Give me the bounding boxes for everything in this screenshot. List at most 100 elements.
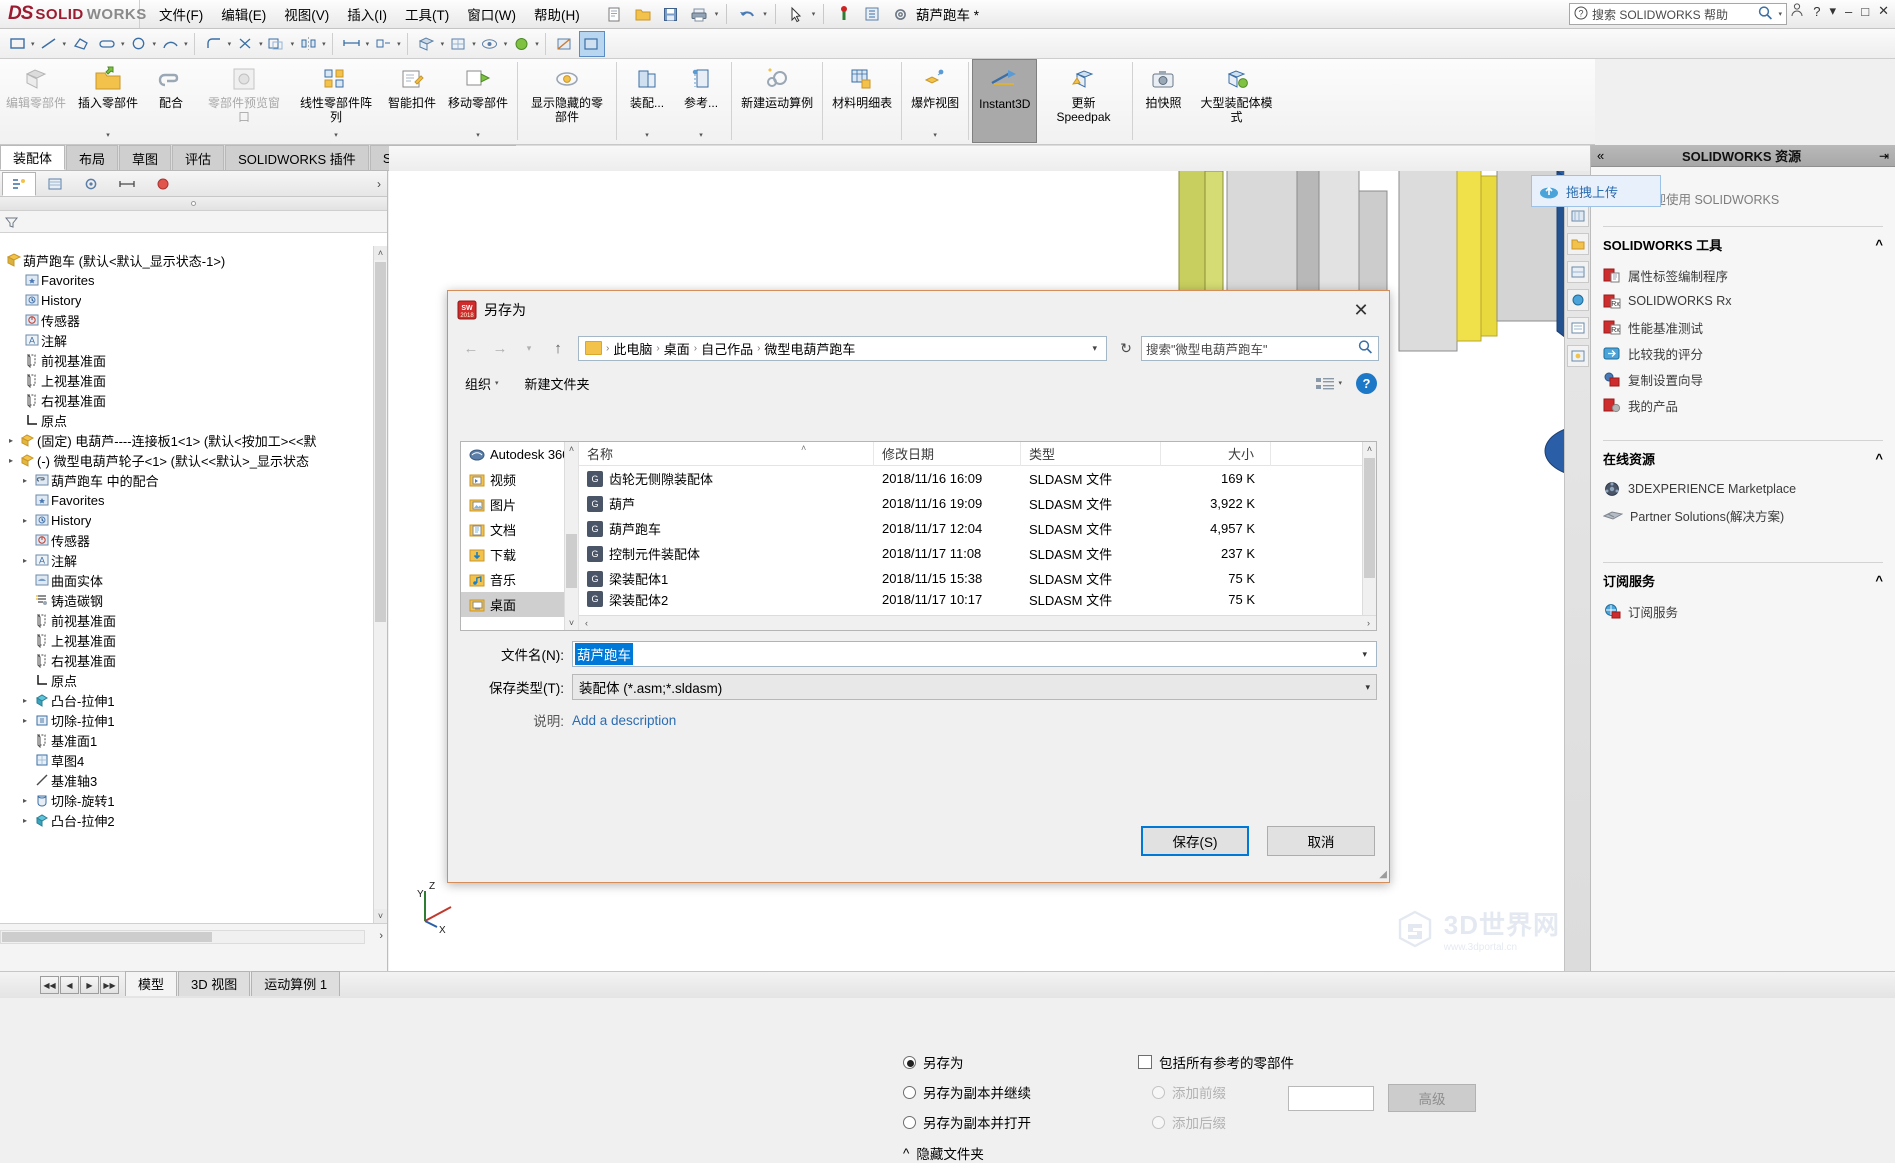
nav-pane-scrollbar[interactable]: ˄ ˅: [564, 442, 578, 630]
tree-node-right-plane[interactable]: 右视基准面: [0, 390, 373, 410]
section-header[interactable]: SOLIDWORKS 工具 ^: [1603, 235, 1883, 254]
offset-caret-icon[interactable]: ▾: [291, 40, 295, 48]
display-style-icon[interactable]: [414, 31, 440, 57]
dimension-tool-icon[interactable]: [339, 31, 365, 57]
help-icon[interactable]: ?: [1356, 372, 1377, 394]
cancel-button[interactable]: 取消: [1267, 826, 1375, 856]
view-orientation-icon[interactable]: [445, 31, 471, 57]
radio-button[interactable]: [903, 1085, 916, 1099]
view-palette-icon[interactable]: [1566, 261, 1589, 283]
fillet-tool-icon[interactable]: [201, 31, 227, 57]
tree-node-cut-extrude-1[interactable]: ▸ 切除-拉伸1: [0, 710, 373, 730]
select-caret-icon[interactable]: ▾: [812, 10, 816, 18]
chevron-right-icon[interactable]: ›: [377, 177, 381, 191]
tree-node-top-plane-2[interactable]: 上视基准面: [0, 630, 373, 650]
line-tool-icon[interactable]: [36, 31, 62, 57]
chevron-right-icon[interactable]: ▸: [4, 436, 18, 445]
table-row[interactable]: G 齿轮无侧隙装配体 2018/11/16 16:09 SLDASM 文件 16…: [579, 466, 1376, 491]
configuration-manager-tab[interactable]: [74, 172, 108, 196]
ribbon-linear-pattern[interactable]: 线性零部件阵列 ▾: [290, 59, 382, 143]
dimension-caret-icon[interactable]: ▾: [366, 40, 370, 48]
ribbon-snapshot[interactable]: 拍快照: [1136, 59, 1190, 143]
chevron-down-icon[interactable]: ▾: [1357, 682, 1370, 693]
polygon-tool-icon[interactable]: [67, 31, 93, 57]
chevron-down-icon[interactable]: ▾: [106, 132, 110, 143]
relations-tool-icon[interactable]: [370, 31, 396, 57]
radio-add-suffix[interactable]: 添加后缀: [1152, 1107, 1294, 1137]
scroll-up-arrow-icon[interactable]: ˄: [1363, 442, 1376, 456]
gear-caret-icon[interactable]: ▾: [916, 10, 920, 18]
user-icon[interactable]: [1790, 2, 1804, 20]
tree-node-front-plane-2[interactable]: 前视基准面: [0, 610, 373, 630]
relations-caret-icon[interactable]: ▾: [397, 40, 401, 48]
feature-tree-scrollbar[interactable]: ˄ ˅: [373, 246, 387, 923]
tree-node-annotations[interactable]: A 注解: [0, 330, 373, 350]
advanced-button[interactable]: 高级: [1388, 1084, 1476, 1112]
scroll-down-arrow-icon[interactable]: ˅: [374, 909, 387, 923]
next-tab-button[interactable]: ▶: [80, 976, 99, 994]
column-header-date[interactable]: 修改日期: [874, 442, 1021, 466]
chevron-right-icon[interactable]: ▸: [18, 476, 32, 485]
chevron-down-icon[interactable]: ▾: [1355, 649, 1374, 660]
item-subscription-services[interactable]: 订阅服务: [1603, 598, 1883, 624]
add-description-link[interactable]: Add a description: [572, 713, 676, 728]
view-orientation-caret-icon[interactable]: ▾: [472, 40, 476, 48]
menu-window[interactable]: 窗口(W): [458, 0, 525, 28]
tree-node-boss-extrude-1[interactable]: ▸ 凸台-拉伸1: [0, 690, 373, 710]
arc-tool-icon[interactable]: [157, 31, 183, 57]
ribbon-insert-component[interactable]: 插入零部件 ▾: [72, 59, 144, 143]
minimize-button[interactable]: –: [1845, 4, 1852, 19]
tab-3d-views[interactable]: 3D 视图: [178, 971, 251, 996]
ribbon-mate[interactable]: 配合: [144, 59, 198, 143]
chevron-down-icon[interactable]: ▾: [495, 379, 499, 387]
ribbon-edit-component[interactable]: 编辑零部件: [0, 59, 72, 143]
trim-tool-icon[interactable]: [232, 31, 258, 57]
chevron-right-icon[interactable]: ▸: [18, 556, 32, 565]
resize-grip-icon[interactable]: ◢: [1379, 869, 1387, 880]
menu-insert[interactable]: 插入(I): [338, 0, 396, 28]
tree-node-mates-folder[interactable]: ▸ 葫芦跑车 中的配合: [0, 470, 373, 490]
select-cursor-icon[interactable]: [784, 3, 808, 25]
open-folder-icon[interactable]: [631, 3, 655, 25]
breadcrumb-item-this-pc[interactable]: 此电脑: [610, 339, 655, 358]
item-performance-benchmark[interactable]: Rx 性能基准测试: [1603, 314, 1883, 340]
nav-item-documents[interactable]: 文档: [461, 517, 578, 542]
ribbon-component-preview[interactable]: 零部件预览窗口: [198, 59, 290, 143]
tree-node-favorites[interactable]: Favorites: [0, 270, 373, 290]
feature-manager-splitter[interactable]: [0, 197, 387, 211]
menu-edit[interactable]: 编辑(E): [212, 0, 275, 28]
chevron-up-icon[interactable]: ^: [903, 1146, 909, 1161]
shaded-with-edges-icon[interactable]: [578, 30, 605, 57]
feature-tree-hscrollbar[interactable]: [0, 930, 365, 944]
undo-icon[interactable]: [735, 3, 759, 25]
tree-node-axis-3[interactable]: 基准轴3: [0, 770, 373, 790]
display-style-caret-icon[interactable]: ▾: [441, 40, 445, 48]
item-copy-settings-wizard[interactable]: 复制设置向导: [1603, 366, 1883, 392]
tree-node-favorites-2[interactable]: Favorites: [0, 490, 373, 510]
hscrollbar-thumb[interactable]: [2, 932, 212, 942]
property-manager-tab[interactable]: [38, 172, 72, 196]
mirror-tool-icon[interactable]: [295, 31, 321, 57]
appearance-icon[interactable]: [508, 31, 534, 57]
tree-node-material[interactable]: 铸造碳钢: [0, 590, 373, 610]
chevron-down-icon[interactable]: ▾: [334, 132, 338, 143]
tab-motion-study-1[interactable]: 运动算例 1: [251, 971, 341, 996]
chevron-up-icon[interactable]: ^: [1875, 237, 1883, 252]
line-caret-icon[interactable]: ▾: [63, 40, 67, 48]
nav-item-desktop[interactable]: 桌面: [461, 592, 578, 617]
offset-tool-icon[interactable]: [264, 31, 290, 57]
chevron-down-icon[interactable]: ▾: [933, 132, 937, 143]
tree-node-root[interactable]: 葫芦跑车 (默认<默认_显示状态-1>): [0, 250, 373, 270]
ribbon-reference-geometry[interactable]: 参考... ▾: [674, 59, 728, 143]
file-list-hscrollbar[interactable]: ‹ ›: [579, 615, 1376, 630]
prev-tab-button[interactable]: ◀: [60, 976, 79, 994]
tree-node-history-2[interactable]: ▸ History: [0, 510, 373, 530]
scrollbar-thumb[interactable]: [1364, 458, 1375, 578]
feature-tree-filter[interactable]: [0, 211, 387, 233]
affix-input[interactable]: [1288, 1085, 1374, 1111]
save-icon[interactable]: [659, 3, 683, 25]
breadcrumb-item-my-works[interactable]: 自己作品: [698, 339, 756, 358]
include-all-referenced-checkbox[interactable]: 包括所有参考的零部件: [1138, 1047, 1294, 1077]
arrow-right-icon[interactable]: →: [487, 335, 513, 361]
arrow-left-icon[interactable]: ←: [458, 335, 484, 361]
